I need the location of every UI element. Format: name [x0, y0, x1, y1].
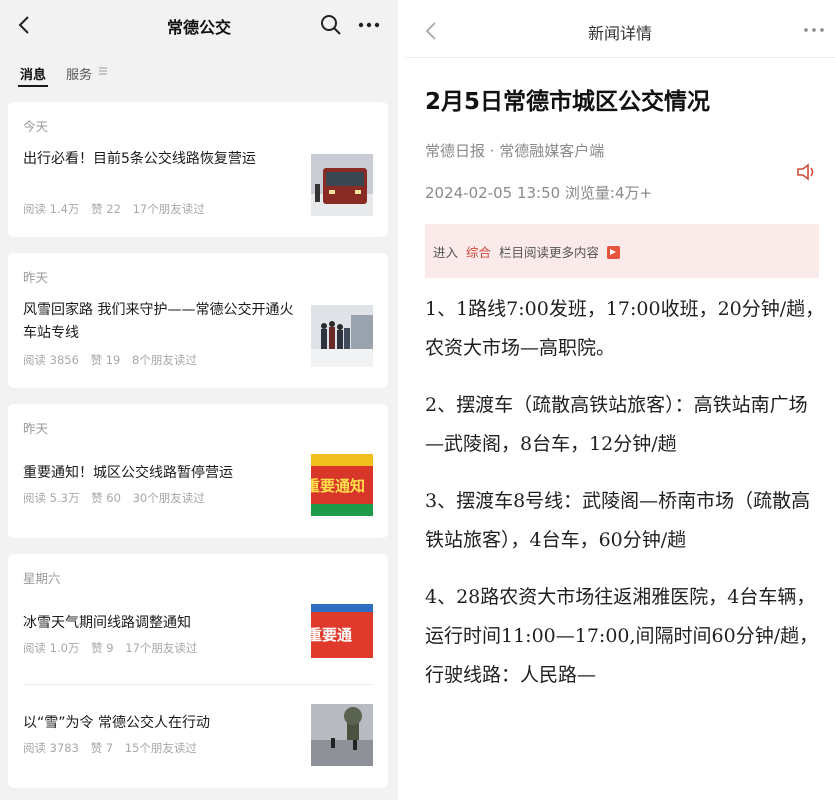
notice-banner-stripe-bottom — [311, 504, 373, 516]
read-count: 阅读 5.3万 — [23, 491, 80, 505]
article-item[interactable]: 冰雪天气期间线路调整通知 阅读 1.0万 赞 9 17个朋友读过 重要通 — [8, 594, 388, 684]
read-count: 阅读 1.0万 — [23, 641, 80, 655]
more-icon[interactable] — [802, 22, 826, 38]
promo-section-link[interactable]: 综合 — [466, 245, 491, 260]
promo-prefix: 进入 — [433, 245, 459, 260]
article-stats: 阅读 1.0万 赞 9 17个朋友读过 — [23, 640, 205, 656]
date-label: 昨天 — [23, 421, 49, 436]
body-paragraph: 3、摆渡车8号线：武陵阁—桥南市场（疏散高铁站旅客），4台车，60分钟/趟 — [425, 490, 811, 551]
station-thumbnail[interactable] — [311, 305, 373, 367]
like-count: 赞 9 — [91, 641, 114, 655]
tab-bar: 消息 服务 — [0, 52, 398, 92]
arrow-right-icon[interactable] — [606, 246, 620, 259]
bus-thumbnail[interactable] — [311, 154, 373, 216]
body-paragraph: 4、28路农资大市场往返湘雅医院，4台车辆，运行时间11:00—17:00,间隔… — [425, 586, 819, 686]
promo-suffix: 栏目阅读更多内容 — [498, 245, 599, 260]
article-item[interactable]: 以“雪”为令 常德公交人在行动 阅读 3783 赞 7 15个朋友读过 — [8, 694, 388, 784]
like-count: 赞 19 — [90, 353, 121, 367]
more-icon[interactable] — [356, 13, 382, 37]
message-card: 星期六 冰雪天气期间线路调整通知 阅读 1.0万 赞 9 17个朋友读过 重要通… — [8, 554, 388, 788]
friends-read: 8个朋友读过 — [132, 353, 197, 367]
notice-banner-text: 重要通 — [311, 626, 353, 644]
item-divider — [23, 684, 373, 685]
notice-thumbnail[interactable]: 重要通 — [311, 604, 373, 666]
date-label: 昨天 — [23, 270, 49, 285]
article-stats: 阅读 3783 赞 7 15个朋友读过 — [23, 740, 205, 756]
like-count: 赞 7 — [90, 741, 114, 755]
article-source: 常德日报 · 常德融媒客户端 — [425, 142, 605, 160]
article-body: 1、1路线7:00发班，17:00收班，20分钟/趟，农资大市场—高职院。 2、… — [425, 290, 825, 713]
notice-banner-stripe — [311, 454, 373, 466]
friends-read: 30个朋友读过 — [132, 491, 205, 505]
tab-messages[interactable]: 消息 — [20, 64, 46, 83]
page-title: 新闻详情 — [587, 24, 652, 43]
article-title[interactable]: 冰雪天气期间线路调整通知 — [23, 612, 297, 635]
article-title[interactable]: 以“雪”为令 常德公交人在行动 — [23, 712, 297, 735]
like-count: 赞 60 — [91, 491, 121, 505]
snow-street-thumbnail[interactable] — [311, 704, 373, 766]
top-nav-bar: 常德公交 — [0, 0, 398, 52]
promo-text: 进入 综合 栏目阅读更多内容 — [433, 242, 620, 261]
article-title[interactable]: 风雪回家路 我们来守护——常德公交开通火车站专线 — [23, 299, 297, 345]
date-label: 星期六 — [23, 571, 61, 586]
section-promo-banner[interactable]: 进入 综合 栏目阅读更多内容 — [425, 224, 819, 278]
message-card: 昨天 重要通知！城区公交线路暂停营运 阅读 5.3万 赞 60 30个朋友读过 … — [8, 404, 388, 538]
news-detail-panel: 新闻详情 2月5日常德市城区公交情况 常德日报 · 常德融媒客户端 2024-0… — [405, 0, 835, 800]
friends-read: 17个朋友读过 — [125, 641, 198, 655]
notice-thumbnail[interactable]: 重要通知 — [311, 454, 373, 516]
article-stats: 阅读 3856 赞 19 8个朋友读过 — [23, 352, 205, 368]
top-nav-bar: 新闻详情 — [405, 0, 835, 58]
article-item[interactable]: 重要通知！城区公交线路暂停营运 阅读 5.3万 赞 60 30个朋友读过 重要通… — [8, 444, 388, 534]
like-count: 赞 22 — [91, 202, 121, 216]
friends-read: 17个朋友读过 — [132, 202, 205, 216]
read-count: 阅读 3856 — [23, 353, 79, 367]
message-card: 今天 出行必看！目前5条公交线路恢复营运 阅读 1.4万 赞 22 17个朋友读… — [8, 102, 388, 237]
read-count: 阅读 3783 — [23, 741, 79, 755]
article-datetime: 2024-02-05 13:50 浏览量:4万+ — [425, 184, 653, 202]
message-card: 昨天 风雪回家路 我们来守护——常德公交开通火车站专线 阅读 3856 赞 19… — [8, 253, 388, 388]
body-paragraph: 1、1路线7:00发班，17:00收班，20分钟/趟，农资大市场—高职院。 — [425, 298, 825, 359]
notice-banner-text: 重要通知 — [311, 477, 366, 495]
body-paragraph: 2、摆渡车（疏散高铁站旅客）：高铁站南广场—武陵阁，8台车，12分钟/趟 — [425, 394, 808, 455]
article-headline: 2月5日常德市城区公交情况 — [425, 89, 711, 115]
speaker-icon[interactable] — [795, 162, 819, 182]
date-label: 今天 — [23, 119, 49, 134]
article-title[interactable]: 出行必看！目前5条公交线路恢复营运 — [23, 148, 297, 171]
article-item[interactable]: 风雪回家路 我们来守护——常德公交开通火车站专线 阅读 3856 赞 19 8个… — [8, 293, 388, 383]
official-account-panel: 常德公交 消息 服务 今天 出行必看！目前5条公交线路恢复营运 阅读 1.4万 … — [0, 0, 398, 800]
notice-banner-stripe — [311, 604, 373, 612]
tab-services[interactable]: 服务 — [66, 64, 92, 83]
search-icon[interactable] — [319, 13, 343, 37]
menu-icon[interactable] — [98, 66, 108, 76]
article-stats: 阅读 5.3万 赞 60 30个朋友读过 — [23, 490, 213, 506]
article-stats: 阅读 1.4万 赞 22 17个朋友读过 — [23, 201, 213, 217]
article-title[interactable]: 重要通知！城区公交线路暂停营运 — [23, 462, 297, 485]
active-tab-indicator — [18, 85, 48, 87]
friends-read: 15个朋友读过 — [124, 741, 197, 755]
article-item[interactable]: 出行必看！目前5条公交线路恢复营运 阅读 1.4万 赞 22 17个朋友读过 — [8, 142, 388, 232]
read-count: 阅读 1.4万 — [23, 202, 80, 216]
